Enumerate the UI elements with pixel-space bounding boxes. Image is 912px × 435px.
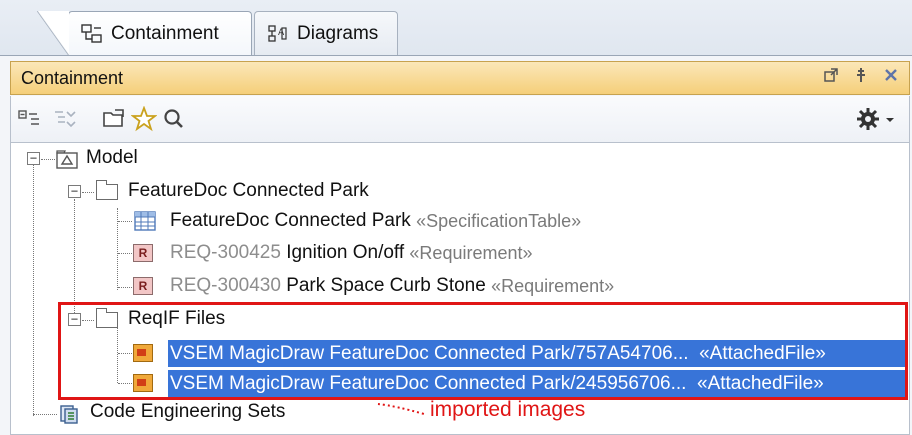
tree-item-req-300430[interactable]: REQ-300430 Park Space Curb Stone «Requir… xyxy=(170,272,614,300)
req-name: Park Space Curb Stone xyxy=(286,275,486,296)
table-stereotype: «SpecificationTable» xyxy=(416,210,582,231)
req-name: Ignition On/off xyxy=(286,242,405,263)
containment-tree-icon xyxy=(81,23,102,43)
file-name: VSEM MagicDraw FeatureDoc Connected Park… xyxy=(170,372,687,394)
tree-item-reqif-files[interactable]: ReqIF Files xyxy=(128,308,225,330)
undock-icon[interactable] xyxy=(823,67,839,83)
tab-diagrams[interactable]: A Diagrams xyxy=(254,11,398,55)
code-engineering-icon xyxy=(60,405,78,424)
diagrams-icon: A xyxy=(268,24,287,42)
tab-containment[interactable]: Containment xyxy=(37,11,252,56)
collapse-toggle-featuredoc[interactable]: − xyxy=(68,185,81,198)
expand-all-icon[interactable] xyxy=(51,106,77,132)
req-stereotype: «Requirement» xyxy=(409,242,533,263)
tree-item-req-300425[interactable]: REQ-300425 Ignition On/off «Requirement» xyxy=(170,239,533,267)
gear-icon[interactable] xyxy=(855,106,881,132)
favorites-star-icon[interactable] xyxy=(131,106,157,132)
tree-item-featuredoc-package[interactable]: FeatureDoc Connected Park xyxy=(128,180,369,202)
tab-containment-label: Containment xyxy=(111,22,219,44)
requirement-icon: R xyxy=(133,277,153,295)
tab-diagrams-label: Diagrams xyxy=(297,22,379,44)
tree-item-code-engineering-sets[interactable]: Code Engineering Sets xyxy=(90,401,285,423)
file-name: VSEM MagicDraw FeatureDoc Connected Park… xyxy=(170,342,689,364)
tree-item-model[interactable]: Model xyxy=(86,147,138,169)
file-stereotype: «AttachedFile» xyxy=(699,342,826,364)
close-icon[interactable] xyxy=(883,67,899,83)
package-folder-icon xyxy=(95,180,118,200)
file-stereotype: «AttachedFile» xyxy=(697,372,824,394)
open-folder-icon[interactable] xyxy=(101,106,127,132)
tree-item-featuredoc-table[interactable]: FeatureDoc Connected Park «Specification… xyxy=(170,207,581,235)
tab-strip: Containment A Diagrams xyxy=(0,0,912,60)
collapse-toggle-reqif[interactable]: − xyxy=(68,313,81,326)
req-id: REQ-300430 xyxy=(170,275,281,296)
specification-table-icon xyxy=(134,211,156,231)
collapse-toggle-model[interactable]: − xyxy=(27,152,40,165)
collapse-all-icon[interactable] xyxy=(17,106,43,132)
annotation-label: imported images xyxy=(430,398,586,421)
annotation-arrow xyxy=(377,403,425,415)
attached-image-icon xyxy=(133,374,153,392)
requirement-icon: R xyxy=(133,244,153,262)
toolbar xyxy=(10,96,910,142)
table-name: FeatureDoc Connected Park xyxy=(170,210,411,231)
req-id: REQ-300425 xyxy=(170,242,281,263)
panel-header: Containment xyxy=(10,61,910,95)
model-package-icon xyxy=(56,150,78,169)
req-stereotype: «Requirement» xyxy=(491,275,615,296)
panel-title: Containment xyxy=(21,67,124,88)
package-folder-icon xyxy=(95,308,118,328)
tree-item-attached-file-1[interactable]: VSEM MagicDraw FeatureDoc Connected Park… xyxy=(168,340,906,367)
pin-icon[interactable] xyxy=(853,67,869,83)
dropdown-arrow-icon[interactable] xyxy=(883,106,897,132)
search-icon[interactable] xyxy=(161,106,187,132)
attached-image-icon xyxy=(133,344,153,362)
tree-item-attached-file-2[interactable]: VSEM MagicDraw FeatureDoc Connected Park… xyxy=(168,370,906,397)
